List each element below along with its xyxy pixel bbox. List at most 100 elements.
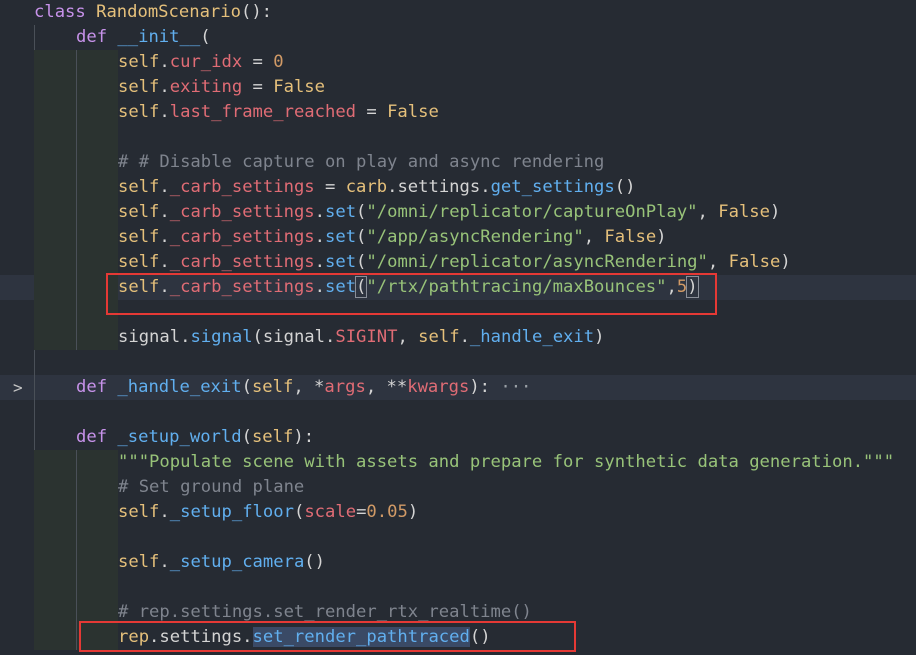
code-text[interactable]: self._carb_settings.set("/omni/replicato… xyxy=(118,250,791,275)
code-line[interactable]: self._carb_settings.set("/omni/replicato… xyxy=(0,250,916,275)
code-line[interactable]: self._carb_settings.set("/app/asyncRende… xyxy=(0,225,916,250)
code-token: self xyxy=(118,227,160,247)
code-token: . xyxy=(180,327,191,347)
code-text[interactable]: """Populate scene with assets and prepar… xyxy=(118,450,894,475)
code-token: self xyxy=(118,202,160,222)
code-token: signal xyxy=(262,327,325,347)
indent-guide xyxy=(76,200,77,225)
code-token: _setup_floor xyxy=(169,502,294,522)
code-line[interactable]: self.last_frame_reached = False xyxy=(0,100,916,125)
code-text[interactable]: self.cur_idx = 0 xyxy=(118,50,284,75)
code-token: False xyxy=(273,77,325,97)
code-text[interactable]: self._setup_floor(scale=0.05) xyxy=(118,500,418,525)
code-line[interactable] xyxy=(0,525,916,550)
code-text[interactable]: self._carb_settings.set("/omni/replicato… xyxy=(118,200,780,225)
code-text[interactable]: # Set ground plane xyxy=(118,475,304,500)
code-token: set xyxy=(325,252,357,272)
code-token: ( xyxy=(241,377,252,397)
code-text[interactable]: self._setup_camera() xyxy=(118,550,325,575)
code-token: ( xyxy=(356,252,367,272)
indent-guide xyxy=(34,25,35,50)
code-token: , * xyxy=(293,377,325,397)
indent-guide xyxy=(76,500,77,525)
code-token: False xyxy=(718,202,770,222)
code-line[interactable]: class RandomScenario(): xyxy=(0,0,916,25)
code-token: = xyxy=(356,502,367,522)
code-token: args xyxy=(324,377,366,397)
code-token: . xyxy=(159,52,170,72)
chevron-right-icon[interactable]: > xyxy=(13,375,27,400)
code-token: , xyxy=(707,252,729,272)
code-token: self xyxy=(251,427,294,447)
indent-guide xyxy=(76,225,77,250)
code-token: ) xyxy=(407,502,419,522)
code-text[interactable]: self._carb_settings.set("/app/asyncRende… xyxy=(118,225,667,250)
code-token: . xyxy=(314,202,325,222)
code-line[interactable]: self.cur_idx = 0 xyxy=(0,50,916,75)
code-text[interactable]: # # Disable capture on play and async re… xyxy=(118,150,604,175)
code-line[interactable]: self._setup_camera() xyxy=(0,550,916,575)
code-line[interactable]: self._carb_settings = carb.settings.get_… xyxy=(0,175,916,200)
code-line[interactable]: self._setup_floor(scale=0.05) xyxy=(0,500,916,525)
code-line[interactable] xyxy=(0,125,916,150)
code-line[interactable]: """Populate scene with assets and prepar… xyxy=(0,450,916,475)
code-token: ): xyxy=(469,377,491,397)
code-text[interactable]: self._carb_settings = carb.settings.get_… xyxy=(118,175,635,200)
code-text[interactable]: signal.signal(signal.SIGINT, self._handl… xyxy=(118,325,604,350)
code-text[interactable]: self.last_frame_reached = False xyxy=(118,100,439,125)
code-token: = xyxy=(242,52,274,72)
code-token: ) xyxy=(594,327,605,347)
indent-guide xyxy=(76,625,77,650)
code-token: . xyxy=(159,102,170,122)
indent-guide xyxy=(76,275,77,300)
indent-guide xyxy=(76,300,77,325)
code-token: _setup_world xyxy=(117,427,242,447)
indent-guide xyxy=(76,75,77,100)
code-token: set xyxy=(325,227,357,247)
code-line[interactable]: def __init__( xyxy=(0,25,916,50)
indent-guide xyxy=(76,250,77,275)
code-text[interactable]: self.exiting = False xyxy=(118,75,325,100)
code-line[interactable]: def _setup_world(self): xyxy=(0,425,916,450)
code-line[interactable]: # Set ground plane xyxy=(0,475,916,500)
code-line[interactable]: self.exiting = False xyxy=(0,75,916,100)
code-text[interactable]: def __init__( xyxy=(76,25,211,50)
code-token: _carb_settings xyxy=(169,252,315,272)
code-line[interactable] xyxy=(0,575,916,600)
code-token: signal xyxy=(118,327,181,347)
code-token: def xyxy=(76,427,118,447)
code-token: 0.05 xyxy=(366,502,408,522)
code-token: () xyxy=(304,552,325,572)
indent-guide xyxy=(76,475,77,500)
code-token: get_settings xyxy=(490,177,615,197)
indent-guide xyxy=(34,425,35,450)
code-line[interactable]: # # Disable capture on play and async re… xyxy=(0,150,916,175)
code-token: _handle_exit xyxy=(469,327,595,347)
code-editor[interactable]: class RandomScenario(): def __init__(self… xyxy=(0,0,916,655)
code-token: self xyxy=(251,377,294,397)
code-token: def xyxy=(76,377,118,397)
code-token: , xyxy=(697,202,719,222)
code-token: kwargs xyxy=(407,377,470,397)
code-text[interactable]: class RandomScenario(): xyxy=(34,0,272,25)
code-line[interactable]: > def _handle_exit(self, *args, **kwargs)… xyxy=(0,375,916,400)
code-line[interactable] xyxy=(0,350,916,375)
code-token: . xyxy=(159,502,170,522)
code-token: . xyxy=(159,77,170,97)
code-text[interactable]: def _setup_world(self): xyxy=(76,425,314,450)
code-token: ( xyxy=(356,227,367,247)
code-token: "/omni/replicator/captureOnPlay" xyxy=(366,202,698,222)
code-token: # Set ground plane xyxy=(118,477,305,497)
code-line[interactable]: signal.signal(signal.SIGINT, self._handl… xyxy=(0,325,916,350)
code-line[interactable]: self._carb_settings.set("/omni/replicato… xyxy=(0,200,916,225)
code-token: . xyxy=(159,252,170,272)
code-token: signal xyxy=(190,327,253,347)
code-token: carb xyxy=(345,177,388,197)
code-token: . xyxy=(459,327,470,347)
code-token: SIGINT xyxy=(335,327,398,347)
code-line[interactable] xyxy=(0,400,916,425)
code-token: self xyxy=(118,252,160,272)
indent-guide xyxy=(76,325,77,350)
code-text[interactable]: def _handle_exit(self, *args, **kwargs):… xyxy=(76,375,531,400)
code-token: self xyxy=(118,502,160,522)
